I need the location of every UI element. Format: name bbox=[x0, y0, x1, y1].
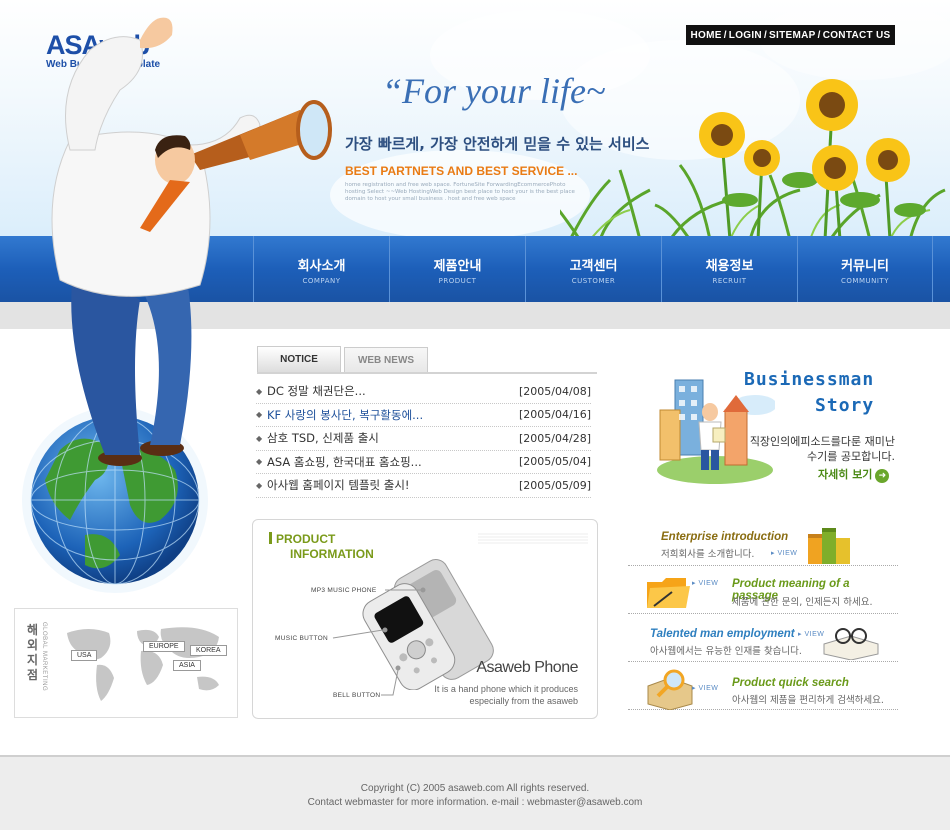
bullet-icon: ◆ bbox=[256, 480, 263, 490]
main-navigation: 회사소개 COMPANY 제품안내 PRODUCT 고객센터 CUSTOMER … bbox=[0, 236, 950, 302]
separator: / bbox=[723, 29, 727, 41]
nav-label: 채용정보 bbox=[705, 259, 754, 274]
service-item-enterprise[interactable]: Enterprise introduction 저희회사를 소개합니다. ▸ V… bbox=[628, 518, 898, 566]
service-desc: 저희회사를 소개합니다. bbox=[661, 549, 755, 560]
more-label: 자세히 보기 bbox=[818, 468, 873, 481]
global-korean-label: 해외지점 bbox=[27, 623, 39, 682]
notice-date: [2005/05/04] bbox=[519, 455, 591, 469]
books-icon bbox=[808, 528, 850, 564]
separator: / bbox=[817, 29, 821, 41]
arrow-right-icon: ➜ bbox=[875, 469, 890, 483]
header-banner: “For your life~ 가장 빠르게, 가장 안전하게 믿을 수 있는 … bbox=[0, 0, 950, 236]
story-description: 직장인의에피소드를다룬 재미난 수기를 공모합니다. bbox=[749, 435, 895, 463]
bullet-icon: ◆ bbox=[256, 457, 263, 467]
hero-slogan-korean: 가장 빠르게, 가장 안전하게 믿을 수 있는 서비스 bbox=[345, 135, 650, 153]
nav-sublabel: COMMUNITY bbox=[841, 277, 889, 285]
product-name: Asaweb Phone bbox=[476, 659, 578, 676]
copyright-text: Copyright (C) 2005 asaweb.com All rights… bbox=[360, 783, 590, 794]
footer: Copyright (C) 2005 asaweb.com All rights… bbox=[0, 757, 950, 830]
notice-title: ASA 홈쇼핑, 한국대표 홈쇼핑... bbox=[267, 454, 422, 469]
nav-company[interactable]: 회사소개 COMPANY bbox=[253, 236, 389, 302]
global-english-label: GLOBAL MARKETING bbox=[41, 622, 47, 692]
nav-recruit[interactable]: 채용정보 RECRUIT bbox=[661, 236, 797, 302]
notice-title: DC 정말 채권단은... bbox=[267, 384, 366, 399]
magnifier-box-icon bbox=[647, 669, 693, 710]
bullet-icon: ◆ bbox=[256, 410, 263, 420]
map-tag-europe[interactable]: EUROPE bbox=[143, 641, 185, 652]
service-title: Product quick search bbox=[732, 677, 849, 689]
service-title: Enterprise introduction bbox=[661, 531, 789, 543]
story-title-line2: Story bbox=[815, 395, 875, 416]
nav-sublabel: CUSTOMER bbox=[571, 277, 616, 285]
notice-title: 아사웹 홈페이지 템플릿 출시! bbox=[267, 478, 410, 493]
map-tag-usa[interactable]: USA bbox=[71, 650, 98, 661]
service-item-quick-search[interactable]: ▸ VIEW Product quick search 아사웹의 제품을 편리하… bbox=[628, 662, 898, 710]
contact-text: Contact webmaster for more information. … bbox=[307, 797, 643, 808]
story-title-line1: Businessman bbox=[744, 369, 875, 390]
sunflowers-illustration bbox=[699, 79, 926, 236]
nav-label: 고객센터 bbox=[569, 259, 618, 274]
notice-list: ◆ DC 정말 채권단은... [2005/04/08] ◆ KF 사랑의 봉사… bbox=[256, 380, 591, 498]
list-item[interactable]: ◆ DC 정말 채권단은... [2005/04/08] bbox=[256, 380, 591, 404]
view-link[interactable]: ▸ VIEW bbox=[692, 579, 718, 587]
folder-icon bbox=[647, 578, 690, 608]
bullet-icon: ◆ bbox=[256, 386, 263, 396]
notice-date: [2005/05/09] bbox=[519, 478, 591, 492]
nav-sublabel: COMPANY bbox=[302, 277, 341, 285]
notice-title: 삼호 TSD, 신제품 출시 bbox=[267, 431, 379, 446]
hero-slogan-english: BEST PARTNETS AND BEST SERVICE ... bbox=[345, 164, 578, 178]
service-desc: 아사웹의 제품을 편리하게 검색하세요. bbox=[732, 695, 884, 706]
divider-bar bbox=[0, 302, 950, 329]
top-utility-nav: HOME / LOGIN / SITEMAP / CONTACT US bbox=[686, 25, 895, 45]
list-item[interactable]: ◆ ASA 홈쇼핑, 한국대표 홈쇼핑... [2005/05/04] bbox=[256, 451, 591, 474]
logo-text: ASAweb bbox=[46, 30, 150, 60]
hero-slogan: “For your life~ bbox=[382, 71, 606, 111]
login-link[interactable]: LOGIN bbox=[729, 30, 762, 41]
nav-label: 회사소개 bbox=[297, 259, 346, 274]
home-link[interactable]: HOME bbox=[690, 30, 721, 41]
notice-date: [2005/04/16] bbox=[519, 408, 591, 422]
service-item-employment[interactable]: Talented man employment ▸ VIEW 아사웹에서는 유능… bbox=[628, 614, 898, 662]
businessman-story-title: Businessman Story bbox=[744, 367, 874, 419]
hero-small-text: home registration and free web space. Fo… bbox=[345, 182, 575, 202]
list-item[interactable]: ◆ 삼호 TSD, 신제품 출시 [2005/04/28] bbox=[256, 427, 591, 451]
site-logo[interactable]: ASAweb Web Business Template bbox=[46, 30, 160, 70]
nav-product[interactable]: 제품안내 PRODUCT bbox=[389, 236, 525, 302]
nav-customer[interactable]: 고객센터 CUSTOMER bbox=[525, 236, 661, 302]
service-desc: 제품에 관한 문의, 인제든지 하세요. bbox=[732, 597, 873, 608]
tab-underline bbox=[257, 372, 597, 374]
nav-community[interactable]: 커뮤니티 COMMUNITY bbox=[797, 236, 933, 302]
contact-link[interactable]: CONTACT US bbox=[823, 30, 891, 41]
tab-web-news[interactable]: WEB NEWS bbox=[344, 347, 428, 374]
world-map-icon bbox=[67, 627, 219, 701]
tab-notice[interactable]: NOTICE bbox=[257, 346, 341, 373]
bullet-icon: ◆ bbox=[256, 433, 263, 443]
nav-sublabel: RECRUIT bbox=[712, 277, 747, 285]
nav-sublabel: PRODUCT bbox=[438, 277, 477, 285]
service-item-product-meaning[interactable]: ▸ VIEW Product meaning of a passage 제품에 … bbox=[628, 566, 898, 614]
nav-label: 커뮤니티 bbox=[841, 259, 889, 274]
list-item[interactable]: ◆ 아사웹 홈페이지 템플릿 출시! [2005/05/09] bbox=[256, 474, 591, 498]
nav-label: 제품안내 bbox=[433, 259, 482, 274]
product-info-box[interactable]: PRODUCT INFORMATION MP3 MUSIC PHONE MUSI… bbox=[252, 519, 598, 719]
notice-date: [2005/04/08] bbox=[519, 384, 591, 398]
notice-title: KF 사랑의 봉사단, 복구활동에... bbox=[267, 407, 424, 422]
view-link[interactable]: ▸ VIEW bbox=[771, 549, 797, 557]
map-tag-asia[interactable]: ASIA bbox=[173, 660, 201, 671]
view-link[interactable]: ▸ VIEW bbox=[692, 684, 718, 692]
sitemap-link[interactable]: SITEMAP bbox=[769, 30, 816, 41]
service-title: Talented man employment bbox=[650, 628, 795, 640]
product-description: It is a hand phone which it produces esp… bbox=[434, 684, 578, 706]
glasses-book-icon bbox=[823, 628, 879, 660]
service-desc: 아사웹에서는 유능한 인재를 찾습니다. bbox=[650, 646, 802, 657]
list-item[interactable]: ◆ KF 사랑의 봉사단, 복구활동에... [2005/04/16] bbox=[256, 404, 591, 427]
logo-subtitle: Web Business Template bbox=[46, 59, 161, 70]
notice-date: [2005/04/28] bbox=[519, 431, 591, 445]
story-more-link[interactable]: 자세히 보기 ➜ bbox=[818, 466, 890, 483]
global-marketing-box[interactable]: 해외지점 GLOBAL MARKETING USA EUROPE KOREA A… bbox=[14, 608, 238, 718]
map-tag-korea[interactable]: KOREA bbox=[190, 645, 227, 656]
separator: / bbox=[763, 29, 768, 41]
